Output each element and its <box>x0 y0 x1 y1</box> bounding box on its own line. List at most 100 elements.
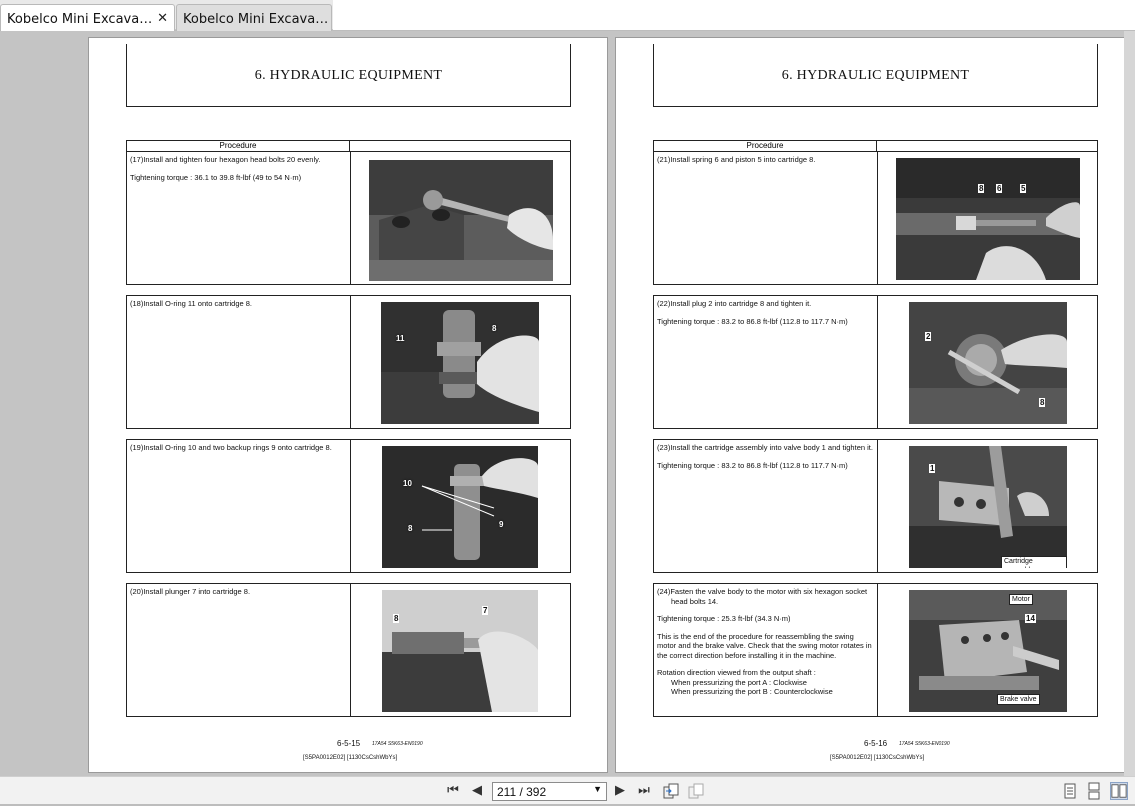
column-divider <box>350 440 351 572</box>
page-header-box: 6. HYDRAULIC EQUIPMENT <box>126 44 571 107</box>
continuous-view-icon[interactable] <box>1085 782 1103 800</box>
column-divider <box>877 584 878 716</box>
callout-label: 5 <box>1020 184 1027 193</box>
rotation-heading: Rotation direction viewed from the outpu… <box>657 668 816 677</box>
callout-label: Motor <box>1009 594 1033 605</box>
tab-document-1[interactable]: Kobelco Mini Excavator ... ✕ <box>0 4 175 31</box>
tab-bar: Kobelco Mini Excavator ... ✕ Kobelco Min… <box>0 0 1135 31</box>
tab-document-2[interactable]: Kobelco Mini Excavato... <box>176 4 332 31</box>
first-page-icon[interactable]: ⏮ <box>444 782 462 800</box>
procedure-step: (21)Install spring 6 and piston 5 into c… <box>653 151 1098 285</box>
column-divider <box>350 584 351 716</box>
chevron-down-icon: ▼ <box>593 784 602 794</box>
step-photo <box>369 160 553 281</box>
step-torque: Tightening torque : 36.1 to 39.8 ft-lbf … <box>130 172 302 182</box>
rotation-port-a: When pressurizing the port A : Clockwise <box>671 677 807 687</box>
procedure-header: Procedure <box>654 141 877 151</box>
step-text: (24)Fasten the valve body to the motor w… <box>657 587 873 697</box>
procedure-step: (17)Install and tighten four hexagon hea… <box>126 151 571 285</box>
callout-label: 8 <box>978 184 985 193</box>
step-text: (22)Install plug 2 into cartridge 8 and … <box>657 299 873 334</box>
page-header-title: 6. HYDRAULIC EQUIPMENT <box>781 68 970 83</box>
callout-label: 14 <box>1025 614 1036 623</box>
document-viewer[interactable]: 6. HYDRAULIC EQUIPMENT Procedure (17)Ins… <box>0 31 1135 776</box>
step-instruction: (24)Fasten the valve body to the motor w… <box>657 587 868 606</box>
page-header-title: 6. HYDRAULIC EQUIPMENT <box>254 68 443 83</box>
step-text: (20)Install plunger 7 into cartridge 8. <box>130 587 346 605</box>
callout-label: Brake valve <box>997 694 1040 705</box>
column-divider <box>350 296 351 428</box>
step-text: (23)Install the cartridge assembly into … <box>657 443 873 478</box>
step-instruction: (23)Install the cartridge assembly into … <box>657 443 873 452</box>
callout-label: 8 <box>393 614 400 623</box>
step-photo: 8 7 <box>382 590 538 712</box>
pdf-page-right: 6. HYDRAULIC EQUIPMENT Procedure (21)Ins… <box>615 37 1135 773</box>
page-number: 6-5-16 <box>864 739 888 748</box>
two-page-view-icon[interactable] <box>1110 782 1128 800</box>
column-divider <box>877 296 878 428</box>
column-divider <box>350 152 351 284</box>
step-text: (19)Install O-ring 10 and two backup rin… <box>130 443 346 461</box>
next-page-icon[interactable]: ▶ <box>611 782 629 800</box>
callout-label: 8 <box>1039 398 1046 407</box>
step-torque: Tightening torque : 83.2 to 86.8 ft-lbf … <box>657 460 848 470</box>
tab-title: Kobelco Mini Excavator ... <box>7 12 155 27</box>
callout-label: 8 <box>408 524 413 533</box>
callout-label: 2 <box>925 332 932 341</box>
column-divider <box>877 440 878 572</box>
last-page-icon[interactable]: ⏭ <box>635 782 653 800</box>
callout-label: 9 <box>499 520 504 529</box>
step-instruction: (20)Install plunger 7 into cartridge 8. <box>130 587 251 596</box>
step-text: (17)Install and tighten four hexagon hea… <box>130 155 346 190</box>
page-number: 6-5-15 <box>337 739 361 748</box>
step-photo: 8 6 5 <box>896 158 1080 280</box>
column-divider <box>877 152 878 284</box>
document-reference: [S5PA0012E02] [1130CsCshWbYs] <box>303 755 398 761</box>
step-photo: 11 8 <box>381 302 539 424</box>
step-text: (18)Install O-ring 11 onto cartridge 8. <box>130 299 346 317</box>
close-icon[interactable]: ✕ <box>157 11 168 26</box>
document-code: 17A54 S5K63-EN0190 <box>899 741 950 747</box>
callout-label: 6 <box>996 184 1003 193</box>
step-photo: 1 Cartridge assembly <box>909 446 1067 568</box>
prev-page-icon[interactable]: ◀ <box>468 782 486 800</box>
step-instruction: (21)Install spring 6 and piston 5 into c… <box>657 155 816 164</box>
procedure-step: (18)Install O-ring 11 onto cartridge 8. … <box>126 295 571 429</box>
step-photo: 2 8 <box>909 302 1067 424</box>
page-header-box: 6. HYDRAULIC EQUIPMENT <box>653 44 1098 107</box>
procedure-step: (22)Install plug 2 into cartridge 8 and … <box>653 295 1098 429</box>
tab-title: Kobelco Mini Excavato... <box>183 12 331 27</box>
page-number-value: 211 / 392 <box>497 785 547 799</box>
rotation-port-b: When pressurizing the port B : Countercl… <box>671 687 833 696</box>
document-code: 17A54 S5K63-EN0190 <box>372 741 423 747</box>
step-instruction: (17)Install and tighten four hexagon hea… <box>130 155 321 164</box>
callout-label: 10 <box>403 479 412 488</box>
step-text: (21)Install spring 6 and piston 5 into c… <box>657 155 873 173</box>
go-forward-icon[interactable] <box>687 782 705 800</box>
callout-label: 7 <box>482 606 489 615</box>
go-back-icon[interactable] <box>662 782 680 800</box>
callout-label: 1 <box>929 464 936 473</box>
procedure-step: (24)Fasten the valve body to the motor w… <box>653 583 1098 717</box>
step-photo: 10 8 9 <box>382 446 538 568</box>
pdf-page-left: 6. HYDRAULIC EQUIPMENT Procedure (17)Ins… <box>88 37 608 773</box>
step-instruction: (18)Install O-ring 11 onto cartridge 8. <box>130 299 253 308</box>
step-torque: Tightening torque : 83.2 to 86.8 ft-lbf … <box>657 316 848 326</box>
callout-label: 11 <box>396 334 405 343</box>
step-torque: Tightening torque : 25.3 ft-lbf (34.3 N·… <box>657 614 791 623</box>
tab-bar-empty-area <box>333 0 1135 30</box>
callout-label: 8 <box>492 324 497 333</box>
navigation-toolbar: ⏮ ◀ 211 / 392 ▼ ▶ ⏭ <box>0 776 1135 804</box>
step-instruction: (19)Install O-ring 10 and two backup rin… <box>130 443 332 452</box>
document-reference: [S5PA0012E02] [1130CsCshWbYs] <box>830 755 925 761</box>
step-note: This is the end of the procedure for rea… <box>657 631 872 660</box>
procedure-step: (23)Install the cartridge assembly into … <box>653 439 1098 573</box>
step-photo: Motor 14 Brake valve <box>909 590 1067 712</box>
callout-label: Cartridge assembly <box>1001 556 1067 568</box>
step-instruction: (22)Install plug 2 into cartridge 8 and … <box>657 299 812 308</box>
procedure-step: (20)Install plunger 7 into cartridge 8. … <box>126 583 571 717</box>
single-page-view-icon[interactable] <box>1061 782 1079 800</box>
vertical-scrollbar[interactable] <box>1124 31 1135 776</box>
page-number-select[interactable]: 211 / 392 ▼ <box>492 782 607 801</box>
procedure-step: (19)Install O-ring 10 and two backup rin… <box>126 439 571 573</box>
